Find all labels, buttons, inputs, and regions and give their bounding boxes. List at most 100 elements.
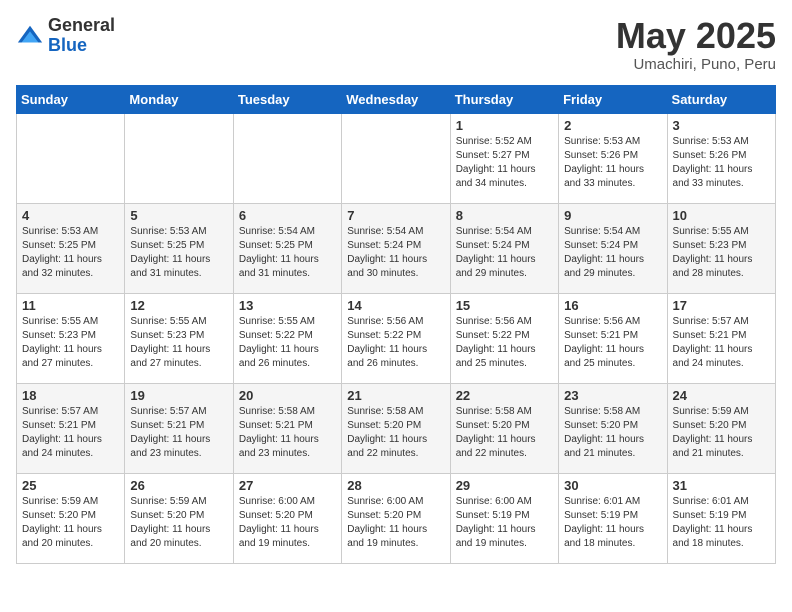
day-number: 30 [564,478,661,493]
logo-icon [16,22,44,50]
weekday-row: Sunday Monday Tuesday Wednesday Thursday… [17,85,776,113]
day-number: 31 [673,478,770,493]
day-info: Sunrise: 5:58 AM Sunset: 5:20 PM Dayligh… [347,405,444,461]
day-info: Sunrise: 6:00 AM Sunset: 5:20 PM Dayligh… [347,495,444,551]
calendar-header: Sunday Monday Tuesday Wednesday Thursday… [17,85,776,113]
day-number: 9 [564,208,661,223]
day-number: 13 [239,298,336,313]
header-sunday: Sunday [17,85,125,113]
day-number: 21 [347,388,444,403]
day-number: 2 [564,118,661,133]
calendar-cell: 8Sunrise: 5:54 AM Sunset: 5:24 PM Daylig… [450,203,558,293]
day-info: Sunrise: 5:59 AM Sunset: 5:20 PM Dayligh… [673,405,770,461]
calendar-week-4: 18 Sunrise: 5:57 AM Sunset: 5:21 PM Dayli… [17,383,776,473]
day-number: 1 [456,118,553,133]
calendar-cell: 12 Sunrise: 5:55 AM Sunset: 5:23 PM Dayli… [125,293,233,383]
day-number: 7 [347,208,444,223]
calendar-cell: 21 Sunrise: 5:58 AM Sunset: 5:20 PM Dayli… [342,383,450,473]
calendar-table: Sunday Monday Tuesday Wednesday Thursday… [16,85,776,564]
calendar-cell [17,113,125,203]
calendar-cell: 23 Sunrise: 5:58 AM Sunset: 5:20 PM Dayli… [559,383,667,473]
calendar-week-1: 1 Sunrise: 5:52 AM Sunset: 5:27 PM Daylig… [17,113,776,203]
day-number: 18 [22,388,119,403]
header-friday: Friday [559,85,667,113]
calendar-cell: 11Sunrise: 5:55 AM Sunset: 5:23 PM Dayli… [17,293,125,383]
logo: General Blue [16,16,115,56]
calendar-cell: 24 Sunrise: 5:59 AM Sunset: 5:20 PM Dayli… [667,383,775,473]
header-wednesday: Wednesday [342,85,450,113]
calendar-cell: 4 Sunrise: 5:53 AM Sunset: 5:25 PM Daylig… [17,203,125,293]
calendar-cell: 27Sunrise: 6:00 AM Sunset: 5:20 PM Dayli… [233,473,341,563]
calendar-week-2: 4 Sunrise: 5:53 AM Sunset: 5:25 PM Daylig… [17,203,776,293]
day-info: Sunrise: 5:58 AM Sunset: 5:21 PM Dayligh… [239,405,336,461]
calendar-cell: 29Sunrise: 6:00 AM Sunset: 5:19 PM Dayli… [450,473,558,563]
day-number: 5 [130,208,227,223]
day-info: Sunrise: 6:00 AM Sunset: 5:20 PM Dayligh… [239,495,336,551]
day-info: Sunrise: 5:59 AM Sunset: 5:20 PM Dayligh… [130,495,227,551]
day-info: Sunrise: 5:57 AM Sunset: 5:21 PM Dayligh… [673,315,770,371]
day-number: 25 [22,478,119,493]
day-number: 14 [347,298,444,313]
day-info: Sunrise: 6:01 AM Sunset: 5:19 PM Dayligh… [673,495,770,551]
day-info: Sunrise: 5:54 AM Sunset: 5:24 PM Dayligh… [564,225,661,281]
day-number: 22 [456,388,553,403]
day-info: Sunrise: 6:01 AM Sunset: 5:19 PM Dayligh… [564,495,661,551]
calendar-cell [342,113,450,203]
day-info: Sunrise: 5:53 AM Sunset: 5:26 PM Dayligh… [564,135,661,191]
calendar-cell: 7 Sunrise: 5:54 AM Sunset: 5:24 PM Daylig… [342,203,450,293]
day-info: Sunrise: 5:54 AM Sunset: 5:24 PM Dayligh… [347,225,444,281]
day-number: 15 [456,298,553,313]
day-number: 23 [564,388,661,403]
calendar-cell: 1 Sunrise: 5:52 AM Sunset: 5:27 PM Daylig… [450,113,558,203]
day-info: Sunrise: 5:56 AM Sunset: 5:22 PM Dayligh… [347,315,444,371]
day-number: 8 [456,208,553,223]
page-header: General Blue May 2025 Umachiri, Puno, Pe… [16,16,776,73]
day-info: Sunrise: 5:56 AM Sunset: 5:22 PM Dayligh… [456,315,553,371]
calendar-cell [125,113,233,203]
day-number: 4 [22,208,119,223]
calendar-cell: 16 Sunrise: 5:56 AM Sunset: 5:21 PM Dayli… [559,293,667,383]
calendar-cell: 20 Sunrise: 5:58 AM Sunset: 5:21 PM Dayli… [233,383,341,473]
day-number: 10 [673,208,770,223]
calendar-cell: 17 Sunrise: 5:57 AM Sunset: 5:21 PM Dayli… [667,293,775,383]
calendar-cell: 5 Sunrise: 5:53 AM Sunset: 5:25 PM Daylig… [125,203,233,293]
day-number: 28 [347,478,444,493]
calendar-cell: 28 Sunrise: 6:00 AM Sunset: 5:20 PM Dayli… [342,473,450,563]
logo-blue: Blue [48,36,115,56]
calendar-cell: 30 Sunrise: 6:01 AM Sunset: 5:19 PM Dayli… [559,473,667,563]
calendar-cell: 10 Sunrise: 5:55 AM Sunset: 5:23 PM Dayli… [667,203,775,293]
day-number: 24 [673,388,770,403]
title-block: May 2025 Umachiri, Puno, Peru [616,16,776,73]
calendar-cell: 18Sunrise: 5:57 AM Sunset: 5:21 PM Dayli… [17,383,125,473]
day-number: 29 [456,478,553,493]
day-info: Sunrise: 5:57 AM Sunset: 5:21 PM Dayligh… [130,405,227,461]
day-info: Sunrise: 5:52 AM Sunset: 5:27 PM Dayligh… [456,135,553,191]
day-info: Sunrise: 5:53 AM Sunset: 5:26 PM Dayligh… [673,135,770,191]
calendar-cell: 6Sunrise: 5:54 AM Sunset: 5:25 PM Daylig… [233,203,341,293]
calendar-cell: 15 Sunrise: 5:56 AM Sunset: 5:22 PM Dayli… [450,293,558,383]
day-number: 6 [239,208,336,223]
day-number: 12 [130,298,227,313]
day-info: Sunrise: 5:53 AM Sunset: 5:25 PM Dayligh… [130,225,227,281]
calendar-cell: 26 Sunrise: 5:59 AM Sunset: 5:20 PM Dayli… [125,473,233,563]
day-info: Sunrise: 5:55 AM Sunset: 5:23 PM Dayligh… [130,315,227,371]
calendar-cell: 14 Sunrise: 5:56 AM Sunset: 5:22 PM Dayli… [342,293,450,383]
day-number: 20 [239,388,336,403]
calendar-cell: 22 Sunrise: 5:58 AM Sunset: 5:20 PM Dayli… [450,383,558,473]
day-number: 26 [130,478,227,493]
day-number: 17 [673,298,770,313]
header-thursday: Thursday [450,85,558,113]
day-info: Sunrise: 5:58 AM Sunset: 5:20 PM Dayligh… [456,405,553,461]
day-info: Sunrise: 5:53 AM Sunset: 5:25 PM Dayligh… [22,225,119,281]
calendar-cell: 25 Sunrise: 5:59 AM Sunset: 5:20 PM Dayli… [17,473,125,563]
calendar-cell: 19Sunrise: 5:57 AM Sunset: 5:21 PM Dayli… [125,383,233,473]
day-info: Sunrise: 5:56 AM Sunset: 5:21 PM Dayligh… [564,315,661,371]
day-info: Sunrise: 5:55 AM Sunset: 5:23 PM Dayligh… [673,225,770,281]
day-info: Sunrise: 5:55 AM Sunset: 5:23 PM Dayligh… [22,315,119,371]
calendar-week-3: 11Sunrise: 5:55 AM Sunset: 5:23 PM Dayli… [17,293,776,383]
day-number: 16 [564,298,661,313]
calendar-subtitle: Umachiri, Puno, Peru [616,56,776,73]
day-info: Sunrise: 5:58 AM Sunset: 5:20 PM Dayligh… [564,405,661,461]
day-info: Sunrise: 5:59 AM Sunset: 5:20 PM Dayligh… [22,495,119,551]
calendar-cell: 13Sunrise: 5:55 AM Sunset: 5:22 PM Dayli… [233,293,341,383]
